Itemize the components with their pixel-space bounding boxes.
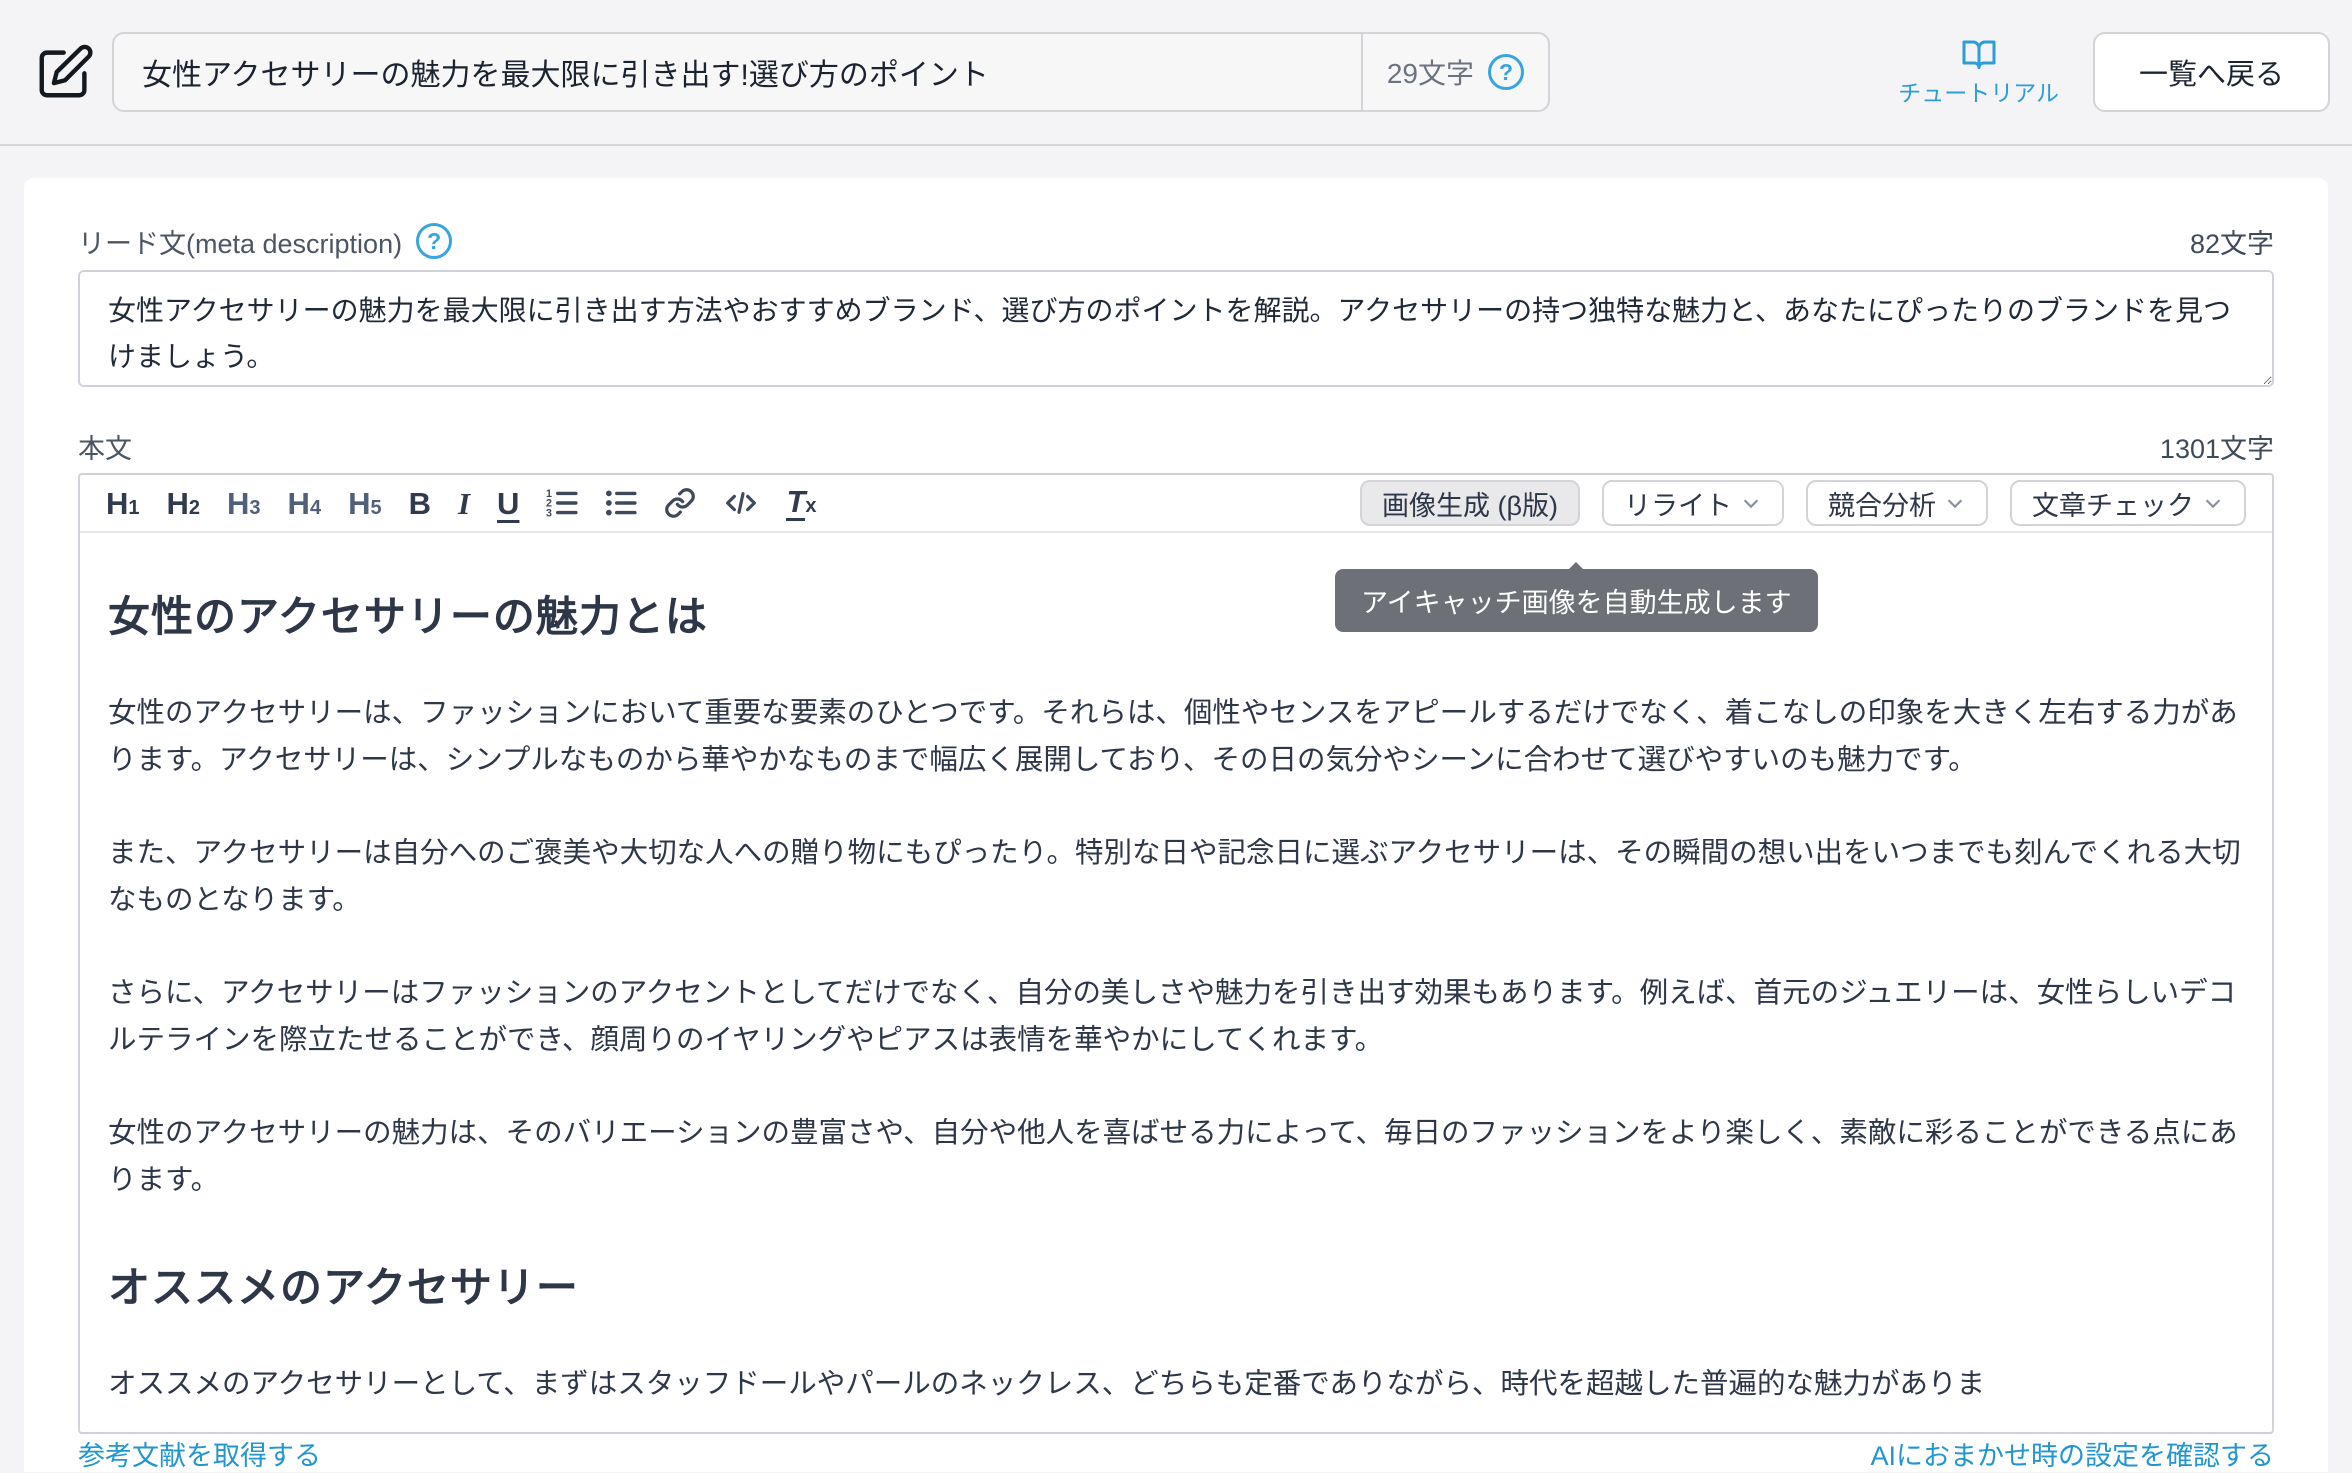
- content-heading: 女性のアクセサリーの魅力とは: [108, 583, 2244, 644]
- clear-format-button[interactable]: Tx: [786, 486, 816, 521]
- bullet-list-icon[interactable]: [605, 487, 637, 519]
- chevron-down-icon: [1944, 492, 1966, 514]
- title-help-icon[interactable]: ?: [1488, 54, 1524, 90]
- top-bar: 29文字 ? チュートリアル 一覧へ戻る: [0, 0, 2352, 146]
- lead-help-icon[interactable]: ?: [416, 223, 452, 259]
- content-heading: オススメのアクセサリー: [108, 1254, 2244, 1315]
- h1-button[interactable]: H1: [106, 488, 140, 519]
- content-paragraph: 女性のアクセサリーは、ファッションにおいて重要な要素のひとつです。それらは、個性…: [108, 690, 2244, 784]
- body-field-header: 本文 1301文字: [78, 429, 2274, 463]
- content-paragraph: また、アクセサリーは自分へのご褒美や大切な人への贈り物にもぴったり。特別な日や記…: [108, 830, 2244, 924]
- h3-button[interactable]: H3: [227, 488, 261, 519]
- body-label: 本文: [78, 427, 132, 466]
- title-char-counter: 29文字 ?: [1361, 34, 1548, 110]
- competitor-analysis-button[interactable]: 競合分析: [1806, 480, 1988, 526]
- body-char-count: 1301文字: [2160, 427, 2274, 466]
- rich-text-editor: H1 H2 H3 H4 H5 B I U 123: [78, 473, 2274, 1434]
- editor-toolbar: H1 H2 H3 H4 H5 B I U 123: [80, 475, 2272, 533]
- ai-action-buttons: 画像生成 (β版) リライト 競合分析 文章チェック: [1360, 480, 2246, 526]
- back-to-list-button[interactable]: 一覧へ戻る: [2093, 32, 2330, 112]
- card-footer: 参考文献を取得する AIにおまかせ時の設定を確認する: [78, 1434, 2274, 1472]
- generate-image-button[interactable]: 画像生成 (β版): [1360, 480, 1580, 526]
- tutorial-link[interactable]: チュートリアル: [1898, 36, 2059, 108]
- article-title-field: 29文字 ?: [112, 32, 1550, 112]
- lead-char-count: 82文字: [2190, 222, 2274, 261]
- content-paragraph: さらに、アクセサリーはファッションのアクセントとしてだけでなく、自分の美しさや魅…: [108, 970, 2244, 1064]
- lead-textarea[interactable]: 女性アクセサリーの魅力を最大限に引き出す方法やおすすめブランド、選び方のポイント…: [78, 270, 2274, 387]
- format-buttons: H1 H2 H3 H4 H5 B I U 123: [106, 486, 817, 521]
- italic-button[interactable]: I: [458, 488, 470, 519]
- article-title-input[interactable]: [114, 34, 1361, 110]
- svg-text:3: 3: [546, 507, 552, 519]
- chevron-down-icon: [2202, 492, 2224, 514]
- edit-pencil-icon: [34, 41, 96, 103]
- tutorial-label: チュートリアル: [1898, 74, 2059, 108]
- underline-button[interactable]: U: [497, 488, 519, 519]
- title-char-count: 29文字: [1387, 52, 1474, 92]
- link-icon[interactable]: [664, 487, 696, 519]
- ai-auto-settings-link[interactable]: AIにおまかせ時の設定を確認する: [1870, 1434, 2274, 1473]
- generate-image-tooltip: アイキャッチ画像を自動生成します: [1335, 569, 1818, 632]
- bold-button[interactable]: B: [409, 488, 431, 519]
- h2-button[interactable]: H2: [167, 488, 201, 519]
- ordered-list-icon[interactable]: 123: [546, 487, 578, 519]
- text-check-button[interactable]: 文章チェック: [2010, 480, 2246, 526]
- lead-field-header: リード文(meta description) ? 82文字: [78, 224, 2274, 258]
- editor-content-area[interactable]: 女性のアクセサリーの魅力とは 女性のアクセサリーは、ファッションにおいて重要な要…: [80, 583, 2272, 1408]
- code-icon[interactable]: [723, 487, 759, 519]
- lead-label: リード文(meta description): [78, 222, 402, 261]
- get-references-link[interactable]: 参考文献を取得する: [78, 1434, 321, 1473]
- rewrite-button[interactable]: リライト: [1602, 480, 1784, 526]
- book-open-icon: [1958, 36, 2000, 72]
- h4-button[interactable]: H4: [288, 488, 322, 519]
- content-paragraph: 女性のアクセサリーの魅力は、そのバリエーションの豊富さや、自分や他人を喜ばせる力…: [108, 1110, 2244, 1204]
- article-editor-card: リード文(meta description) ? 82文字 女性アクセサリーの魅…: [24, 178, 2328, 1472]
- chevron-down-icon: [1740, 492, 1762, 514]
- h5-button[interactable]: H5: [348, 488, 382, 519]
- content-paragraph: オススメのアクセサリーとして、まずはスタッフドールやパールのネックレス、どちらも…: [108, 1361, 2244, 1408]
